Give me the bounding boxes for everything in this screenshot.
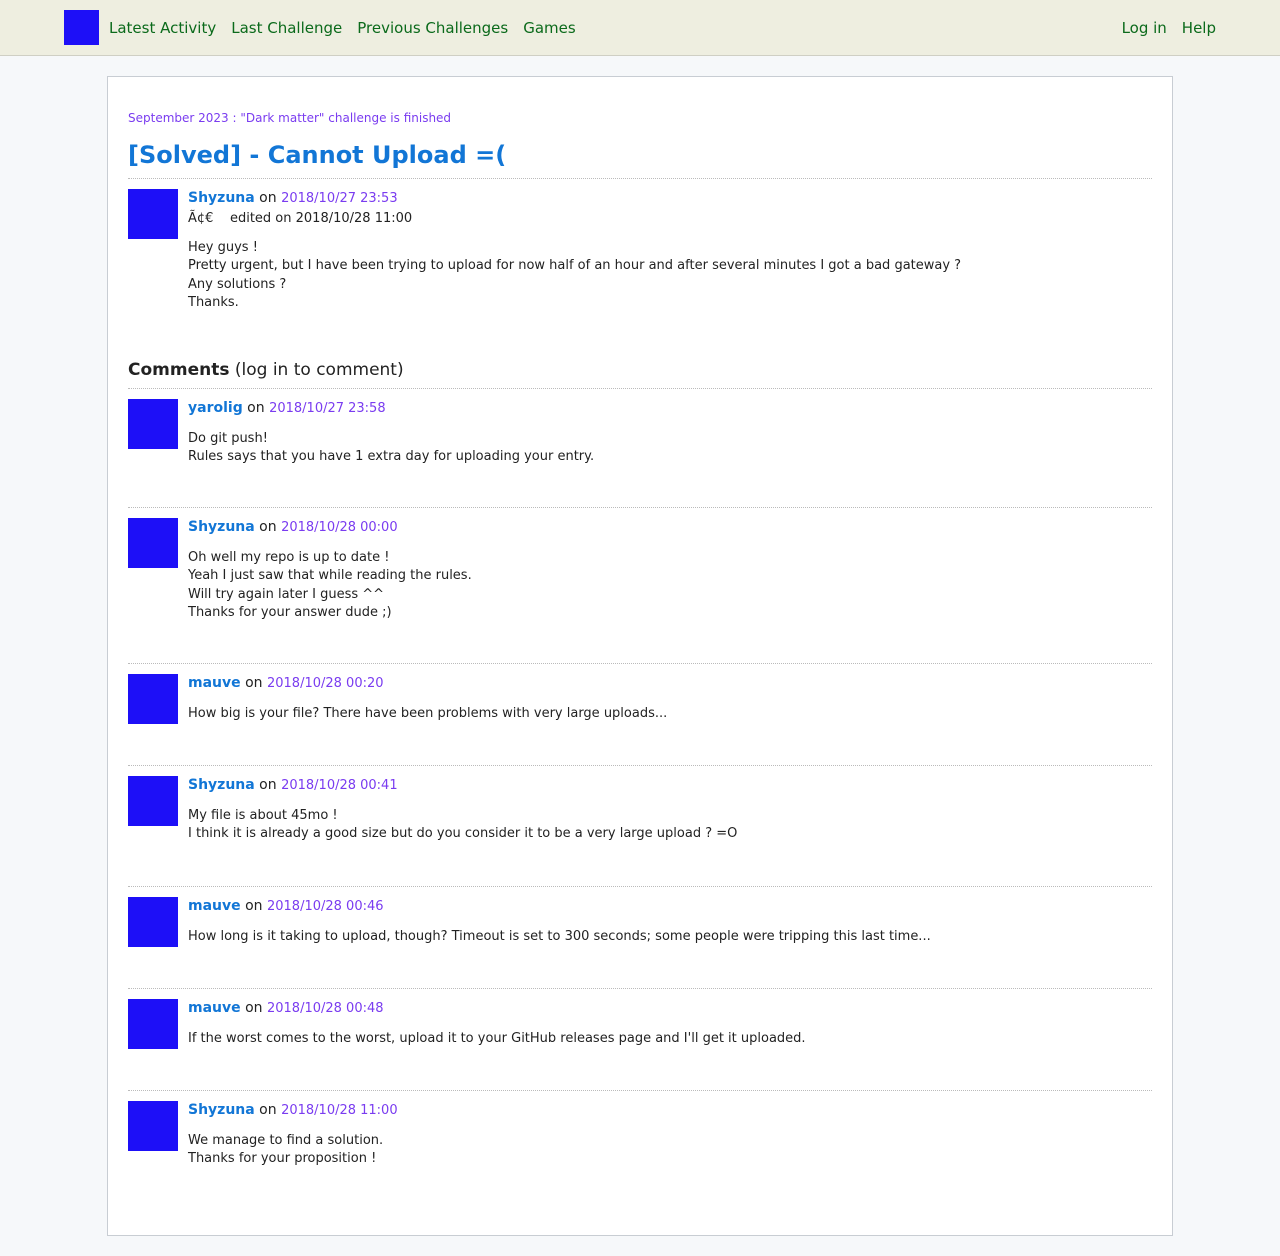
comment: mauve on 2018/10/28 00:20 How big is your… bbox=[128, 664, 1152, 765]
account-nav: Log in Help bbox=[1122, 18, 1216, 38]
on-label: on bbox=[259, 1102, 277, 1118]
comment: mauve on 2018/10/28 00:46 How long is it … bbox=[128, 887, 1152, 988]
on-label: on bbox=[245, 1000, 263, 1016]
on-label: on bbox=[245, 675, 263, 691]
on-label: on bbox=[245, 898, 263, 914]
comment-date[interactable]: 2018/10/28 00:48 bbox=[267, 1001, 384, 1016]
comment-body: How long is it taking to upload, though?… bbox=[188, 929, 931, 944]
comment-author[interactable]: mauve bbox=[188, 1000, 241, 1016]
comment-author[interactable]: Shyzuna bbox=[188, 777, 255, 793]
comment-meta: mauve on 2018/10/28 00:48 bbox=[188, 999, 1152, 1018]
on-label: on bbox=[259, 519, 277, 535]
comment-body: My file is about 45mo ! I think it is al… bbox=[188, 808, 738, 842]
comments-header: Comments (log in to comment) bbox=[128, 359, 1152, 381]
nav-latest-activity[interactable]: Latest Activity bbox=[109, 18, 216, 38]
thread-post: Shyzuna on 2018/10/27 23:53 Ã¢€ edited o… bbox=[128, 189, 1152, 311]
avatar bbox=[128, 897, 178, 947]
comment-body: We manage to find a solution. Thanks for… bbox=[188, 1133, 384, 1167]
comment: Shyzuna on 2018/10/28 00:00 Oh well my re… bbox=[128, 508, 1152, 663]
comment-date[interactable]: 2018/10/27 23:58 bbox=[269, 401, 386, 416]
comment: Shyzuna on 2018/10/28 11:00 We manage to … bbox=[128, 1091, 1152, 1211]
edited-text: edited on 2018/10/28 11:00 bbox=[229, 211, 413, 226]
avatar bbox=[128, 776, 178, 826]
divider bbox=[128, 178, 1152, 179]
comment-author[interactable]: yarolig bbox=[188, 400, 243, 416]
comment: mauve on 2018/10/28 00:48 If the worst co… bbox=[128, 989, 1152, 1090]
comment-body: If the worst comes to the worst, upload … bbox=[188, 1031, 806, 1046]
comment: yarolig on 2018/10/27 23:58 Do git push! … bbox=[128, 389, 1152, 507]
comment-meta: Shyzuna on 2018/10/28 00:00 bbox=[188, 518, 1152, 537]
comment-author[interactable]: mauve bbox=[188, 675, 241, 691]
post-body: Hey guys ! Pretty urgent, but I have bee… bbox=[188, 240, 962, 310]
primary-nav: Latest Activity Last Challenge Previous … bbox=[109, 18, 576, 38]
comment-meta: mauve on 2018/10/28 00:46 bbox=[188, 897, 1152, 916]
avatar bbox=[128, 399, 178, 449]
thread-title: [Solved] - Cannot Upload =( bbox=[128, 141, 507, 169]
post-author[interactable]: Shyzuna bbox=[188, 190, 255, 206]
site-logo[interactable] bbox=[64, 10, 99, 45]
avatar bbox=[128, 189, 178, 239]
comment-meta: yarolig on 2018/10/27 23:58 bbox=[188, 399, 1152, 418]
thread-card: September 2023 : "Dark matter" challenge… bbox=[107, 76, 1173, 1236]
announcement-link[interactable]: September 2023 : "Dark matter" challenge… bbox=[128, 110, 1152, 126]
nav-last-challenge[interactable]: Last Challenge bbox=[231, 18, 342, 38]
comment-meta: mauve on 2018/10/28 00:20 bbox=[188, 674, 1152, 693]
comment-body: How big is your file? There have been pr… bbox=[188, 706, 668, 721]
avatar bbox=[128, 518, 178, 568]
post-date[interactable]: 2018/10/27 23:53 bbox=[281, 191, 398, 206]
log-in-to-comment-link[interactable]: (log in to comment) bbox=[235, 360, 404, 380]
comment-meta: Shyzuna on 2018/10/28 11:00 bbox=[188, 1101, 1152, 1120]
comment-body: Oh well my repo is up to date ! Yeah I j… bbox=[188, 550, 472, 620]
comment: Shyzuna on 2018/10/28 00:41 My file is ab… bbox=[128, 766, 1152, 886]
edited-prefix: Ã¢€ bbox=[188, 211, 214, 226]
comment-date[interactable]: 2018/10/28 00:46 bbox=[267, 899, 384, 914]
comment-author[interactable]: Shyzuna bbox=[188, 519, 255, 535]
nav-games[interactable]: Games bbox=[523, 18, 575, 38]
post-meta: Shyzuna on 2018/10/27 23:53 bbox=[188, 189, 1152, 208]
nav-previous-challenges[interactable]: Previous Challenges bbox=[357, 18, 508, 38]
nav-log-in[interactable]: Log in bbox=[1122, 18, 1167, 38]
on-label: on bbox=[247, 400, 265, 416]
avatar bbox=[128, 999, 178, 1049]
comment-meta: Shyzuna on 2018/10/28 00:41 bbox=[188, 776, 1152, 795]
nav-help[interactable]: Help bbox=[1182, 18, 1216, 38]
comment-author[interactable]: mauve bbox=[188, 898, 241, 914]
avatar bbox=[128, 674, 178, 724]
top-navigation-bar: Latest Activity Last Challenge Previous … bbox=[0, 0, 1280, 56]
on-label: on bbox=[259, 777, 277, 793]
comment-date[interactable]: 2018/10/28 11:00 bbox=[281, 1103, 398, 1118]
comment-date[interactable]: 2018/10/28 00:41 bbox=[281, 778, 398, 793]
avatar bbox=[128, 1101, 178, 1151]
comment-author[interactable]: Shyzuna bbox=[188, 1102, 255, 1118]
comments-title: Comments bbox=[128, 360, 230, 380]
on-label: on bbox=[259, 190, 277, 206]
comments-list: yarolig on 2018/10/27 23:58 Do git push! … bbox=[128, 388, 1152, 1211]
edited-note: Ã¢€ edited on 2018/10/28 11:00 bbox=[188, 209, 1152, 229]
comment-date[interactable]: 2018/10/28 00:00 bbox=[281, 520, 398, 535]
comment-body: Do git push! Rules says that you have 1 … bbox=[188, 431, 595, 465]
comment-date[interactable]: 2018/10/28 00:20 bbox=[267, 676, 384, 691]
